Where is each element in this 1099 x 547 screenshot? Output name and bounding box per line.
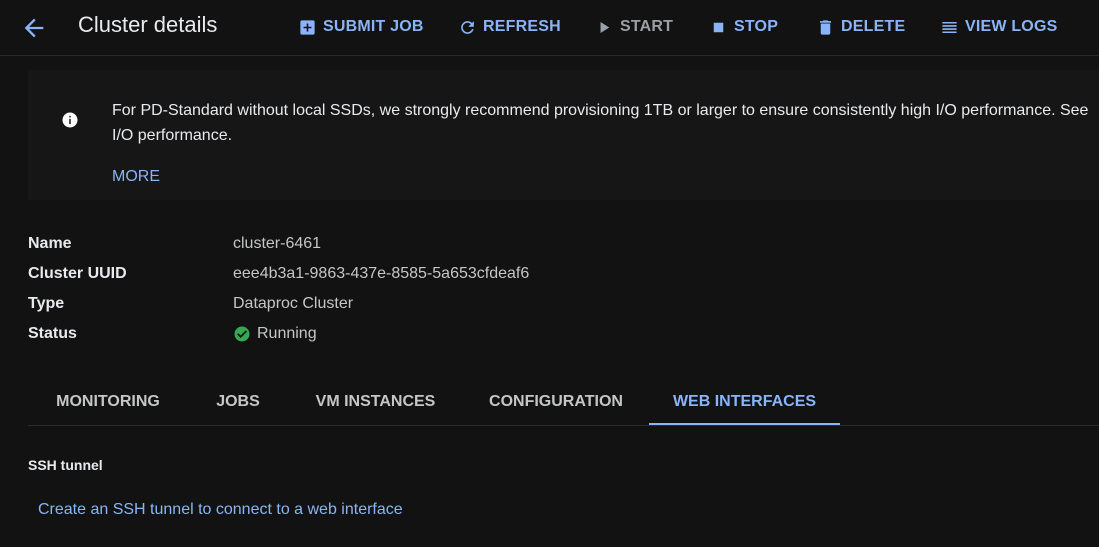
refresh-label: REFRESH [483,18,561,35]
view-logs-label: VIEW LOGS [965,18,1058,35]
refresh-button[interactable]: REFRESH [458,16,561,38]
tab-jobs[interactable]: JOBS [188,380,288,425]
create-ssh-tunnel-link[interactable]: Create an SSH tunnel to connect to a web… [38,501,403,519]
status-text: Running [257,325,317,342]
start-label: START [620,18,674,35]
arrow-back-icon [24,18,44,38]
tab-monitoring[interactable]: MONITORING [28,380,188,425]
detail-label: Cluster UUID [28,265,127,282]
banner-text: For PD-Standard without local SSDs, we s… [112,102,1089,144]
more-link[interactable]: MORE [112,168,160,186]
info-icon [62,112,78,128]
trash-icon [819,19,832,35]
delete-button[interactable]: DELETE [816,16,905,38]
tab-web-interfaces[interactable]: WEB INTERFACES [649,380,840,425]
tab-vm-instances[interactable]: VM INSTANCES [288,380,463,425]
tab-configuration[interactable]: CONFIGURATION [463,380,649,425]
detail-label: Type [28,295,65,312]
start-button[interactable]: START [595,16,673,38]
info-banner: For PD-Standard without local SSDs, we s… [28,70,1099,200]
submit-job-label: SUBMIT JOB [323,18,424,35]
page-title: Cluster details [78,12,218,37]
status-value: Running [233,325,317,343]
add-box-icon [300,19,315,35]
view-logs-button[interactable]: VIEW LOGS [940,16,1057,38]
stop-icon [713,22,724,32]
detail-value: eee4b3a1-9863-437e-8585-5a653cfdeaf6 [233,265,530,282]
delete-label: DELETE [841,18,906,35]
back-button[interactable] [20,14,48,42]
top-bar: Cluster details SUBMIT JOB REFRESH START… [0,0,1099,56]
ssh-tunnel-heading: SSH tunnel [28,457,103,473]
stop-label: STOP [734,18,779,35]
stop-button[interactable]: STOP [709,16,778,38]
list-icon [942,21,957,33]
tab-bar: MONITORING JOBS VM INSTANCES CONFIGURATI… [28,380,1099,426]
play-icon [600,21,610,33]
check-circle-icon [234,326,250,342]
detail-label: Name [28,235,72,252]
detail-value: Dataproc Cluster [233,295,354,312]
detail-value: cluster-6461 [233,235,322,252]
submit-job-button[interactable]: SUBMIT JOB [298,16,424,38]
detail-label: Status [28,325,77,342]
refresh-icon [461,20,474,34]
